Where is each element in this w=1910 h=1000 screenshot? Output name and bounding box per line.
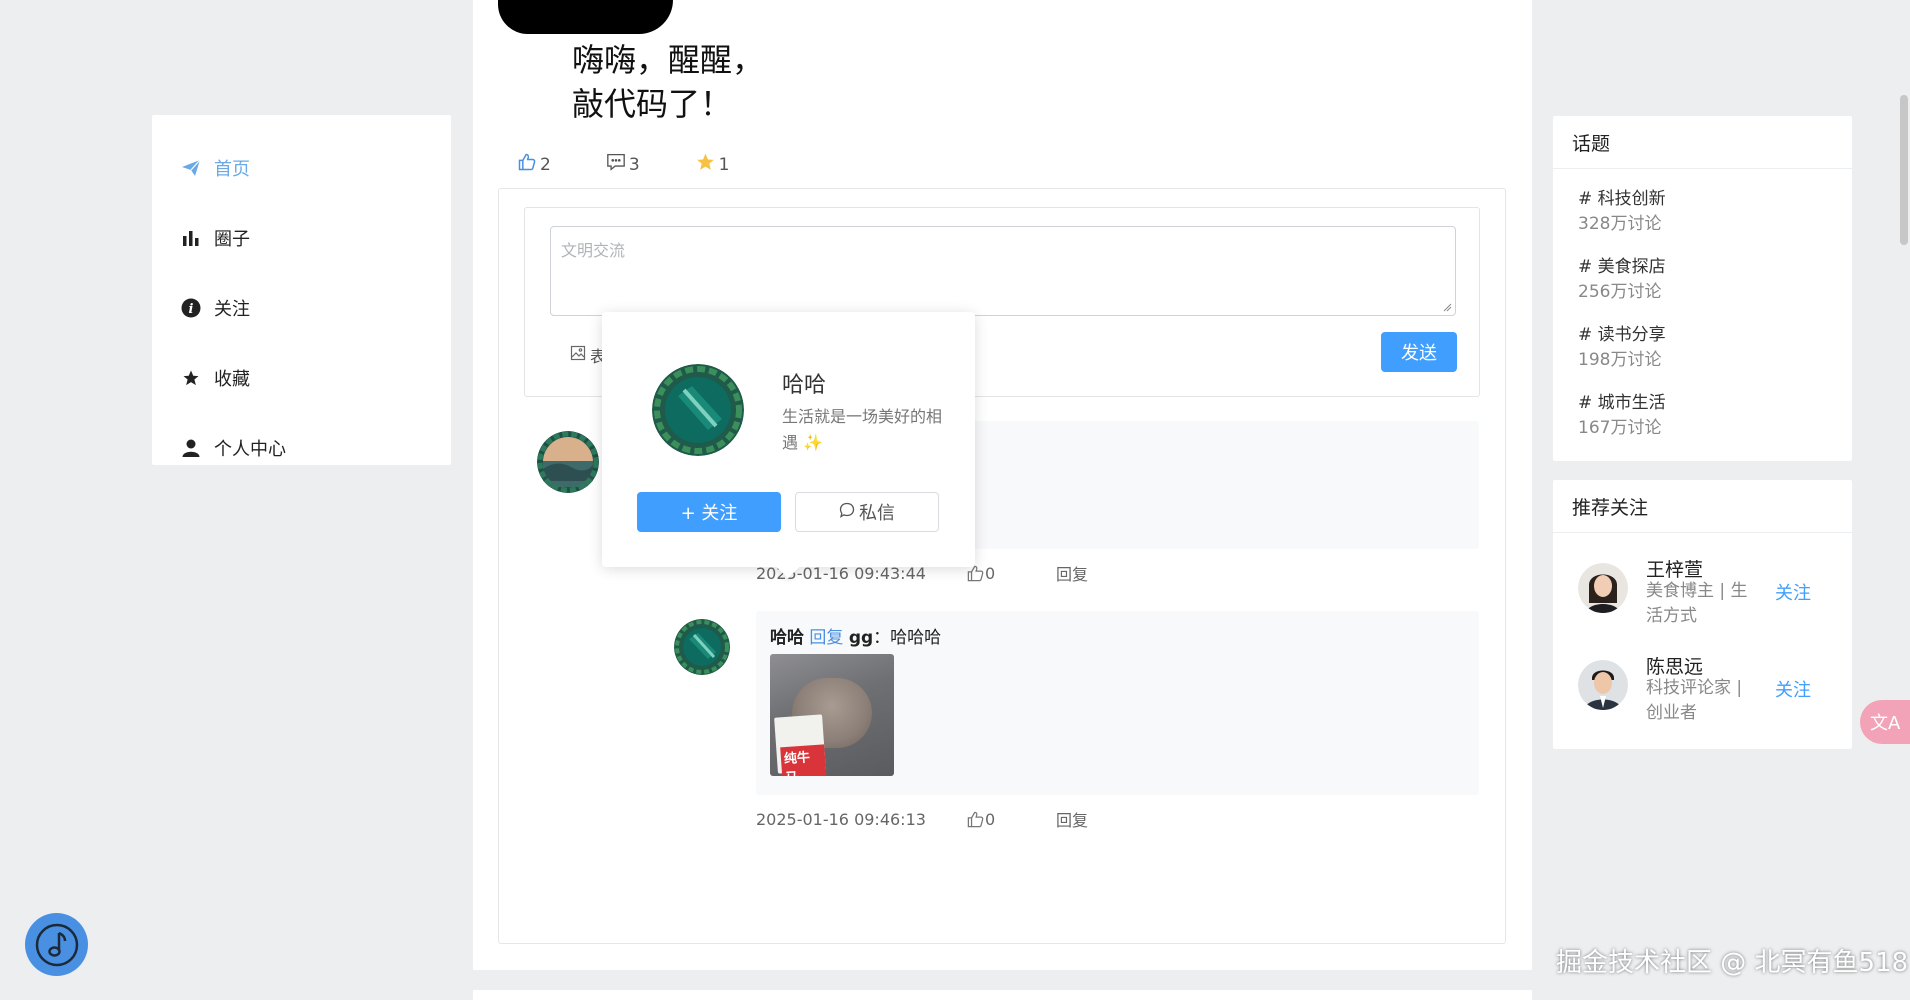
topic-name: # 读书分享 — [1578, 325, 1666, 345]
avatar[interactable] — [1578, 660, 1628, 710]
recommend-title: 推荐关注 — [1553, 480, 1852, 533]
topics-card: 话题 # 科技创新 328万讨论 # 美食探店 256万讨论 # 读书分享 19… — [1553, 116, 1852, 461]
milk-box: 纯牛马 — [774, 714, 827, 776]
bar-chart-icon — [180, 227, 202, 249]
scrollbar[interactable] — [1900, 95, 1908, 245]
nav-item-favorites[interactable]: 收藏 — [152, 343, 451, 413]
comment-button[interactable]: 3 — [606, 152, 640, 177]
svg-text:i: i — [189, 302, 194, 317]
thumbs-up-icon — [967, 811, 984, 827]
topic-count: 328万讨论 — [1578, 214, 1662, 234]
reply-time: 2025-01-16 09:46:13 — [756, 809, 926, 829]
next-post-card — [473, 990, 1532, 1000]
recommend-card: 推荐关注 王梓萱 美食博主 | 生活方式 关注 陈思远 科技评论家 | 创业者 — [1553, 480, 1852, 749]
left-nav: 首页 圈子 i 关注 收藏 个人中心 — [152, 115, 451, 465]
star-icon — [180, 367, 202, 389]
follow-button[interactable]: 关注 — [1775, 676, 1811, 702]
message-button[interactable]: 私信 — [795, 492, 939, 532]
emoji-button[interactable]: 表 — [570, 343, 606, 367]
sticker-text: 纯牛马 — [780, 744, 827, 776]
favorite-count: 1 — [718, 154, 730, 175]
reply-text: ：哈哈哈 — [873, 628, 942, 648]
reply-like-count: 0 — [984, 563, 996, 583]
chat-bubble-icon — [839, 502, 855, 523]
reply-word: 回复 — [809, 628, 844, 648]
recommend-user-desc: 科技评论家 | 创业者 — [1646, 678, 1743, 723]
follow-button[interactable]: 关注 — [1775, 579, 1811, 605]
sticker-image[interactable]: 纯牛马 — [770, 654, 894, 776]
topic-name: # 城市生活 — [1578, 393, 1666, 413]
reply-content: 哈哈 回复 gg：哈哈哈 纯牛马 — [756, 611, 1479, 795]
topic-name: # 美食探店 — [1578, 257, 1666, 277]
nav-item-label: 关注 — [214, 299, 250, 320]
nav-item-label: 首页 — [214, 159, 250, 180]
comment-icon — [606, 153, 629, 176]
post-actions: 2 3 1 — [517, 152, 784, 177]
reply-button[interactable]: 回复 — [1056, 561, 1088, 585]
paper-plane-icon — [180, 157, 202, 179]
image-icon — [570, 345, 586, 365]
topic-item[interactable]: # 城市生活 167万讨论 — [1553, 391, 1852, 441]
recommend-user-name[interactable]: 王梓萱 — [1646, 555, 1703, 582]
topic-item[interactable]: # 读书分享 198万讨论 — [1553, 323, 1852, 373]
avatar[interactable] — [537, 431, 599, 493]
recommend-user: 王梓萱 美食博主 | 生活方式 关注 — [1578, 555, 1838, 635]
star-icon — [695, 152, 719, 177]
nav-item-profile[interactable]: 个人中心 — [152, 413, 451, 483]
reply-like-button[interactable]: 0 — [966, 564, 1056, 583]
reply-target[interactable]: gg — [849, 628, 873, 648]
music-note-icon — [35, 923, 78, 966]
send-button[interactable]: 发送 — [1381, 332, 1457, 372]
avatar[interactable] — [1578, 563, 1628, 613]
topic-item[interactable]: # 美食探店 256万讨论 — [1553, 255, 1852, 305]
user-popover: 哈哈 生活就是一场美好的相遇 ✨ + 关注 私信 — [602, 312, 975, 579]
reply-like-count: 0 — [984, 809, 996, 829]
favorite-button[interactable]: 1 — [695, 152, 730, 177]
comment-placeholder: 文明交流 — [561, 241, 626, 260]
popover-avatar[interactable] — [652, 364, 744, 456]
nav-item-label: 收藏 — [214, 369, 250, 390]
reply-meta: 2025-01-16 09:46:13 0 回复 — [756, 807, 1088, 831]
popover-name: 哈哈 — [782, 373, 827, 398]
thumbs-up-icon — [517, 152, 540, 177]
topic-item[interactable]: # 科技创新 328万讨论 — [1553, 187, 1852, 237]
translate-icon: 文A — [1870, 713, 1901, 734]
reply-like-button[interactable]: 0 — [966, 810, 1056, 829]
post-image-dark-area — [498, 0, 673, 34]
popover-bio: 生活就是一场美好的相遇 ✨ — [782, 407, 943, 452]
topic-count: 198万讨论 — [1578, 350, 1662, 370]
watermark: 掘金技术社区 @ 北冥有鱼518 — [1556, 948, 1909, 978]
nav-item-follow[interactable]: i 关注 — [152, 273, 451, 343]
reply-author[interactable]: 哈哈 — [770, 628, 804, 648]
nav-item-home[interactable]: 首页 — [152, 133, 451, 203]
recommend-user-name[interactable]: 陈思远 — [1646, 652, 1703, 679]
translate-button[interactable]: 文A — [1860, 700, 1910, 744]
comment-textarea[interactable]: 文明交流 — [550, 226, 1456, 316]
post-image: 嗨嗨，醒醒， 敲代码了！ — [498, 0, 764, 130]
music-player-button[interactable] — [25, 913, 88, 976]
recommend-user-desc: 美食博主 | 生活方式 — [1646, 581, 1748, 626]
topic-count: 167万讨论 — [1578, 418, 1662, 438]
nav-item-label: 个人中心 — [214, 439, 286, 460]
comment-count: 3 — [628, 154, 640, 175]
resize-handle-icon[interactable] — [1442, 302, 1452, 312]
topics-title: 话题 — [1553, 116, 1852, 169]
nav-item-label: 圈子 — [214, 229, 250, 250]
recommend-user: 陈思远 科技评论家 | 创业者 关注 — [1578, 652, 1838, 732]
user-icon — [180, 437, 202, 459]
nav-item-circle[interactable]: 圈子 — [152, 203, 451, 273]
topic-name: # 科技创新 — [1578, 189, 1666, 209]
post-image-caption: 嗨嗨，醒醒， 敲代码了！ — [572, 41, 765, 123]
info-icon: i — [180, 297, 202, 319]
like-count: 2 — [540, 154, 551, 175]
message-label: 私信 — [859, 503, 895, 524]
like-button[interactable]: 2 — [517, 152, 551, 177]
follow-button[interactable]: + 关注 — [637, 492, 781, 532]
avatar[interactable] — [674, 619, 730, 675]
reply-button[interactable]: 回复 — [1056, 807, 1088, 831]
topic-count: 256万讨论 — [1578, 282, 1662, 302]
